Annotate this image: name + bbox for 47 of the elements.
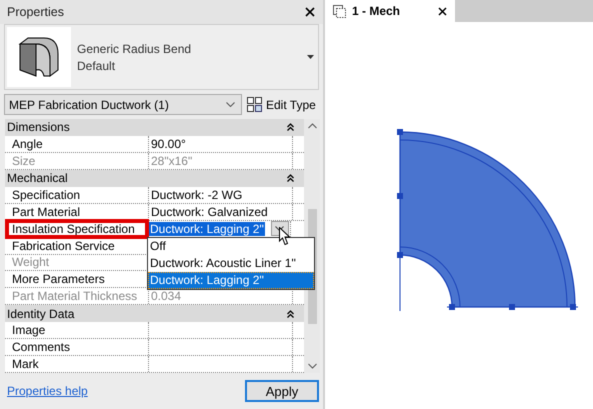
property-name: Comments [5, 339, 149, 356]
dropdown-option[interactable]: Off [148, 238, 314, 255]
apply-button[interactable]: Apply [245, 380, 319, 402]
property-name: Angle [5, 136, 149, 152]
property-name: Fabrication Service [5, 238, 149, 254]
property-value: 28"x16" [151, 154, 192, 168]
property-value: Ductwork: -2 WG [151, 188, 242, 202]
property-name: Part Material Thickness [5, 288, 149, 304]
edit-type-button[interactable]: Edit Type [247, 97, 316, 112]
selected-value[interactable]: Ductwork: Lagging 2'' [149, 222, 265, 236]
property-name: Insulation Specification [7, 220, 147, 237]
property-value: 90.00° [151, 136, 186, 151]
view-icon [333, 4, 346, 18]
property-name: Mark [5, 356, 149, 372]
property-value: Ductwork: Galvanized [151, 204, 268, 219]
properties-help-link[interactable]: Properties help [7, 384, 88, 398]
collapse-icon [287, 310, 294, 318]
filter-dropdown[interactable]: MEP Fabrication Ductwork (1) [4, 94, 242, 115]
property-name: Weight [5, 254, 149, 270]
bend-thumbnail-icon [7, 27, 71, 87]
dropdown-option[interactable]: Ductwork: Acoustic Liner 1'' [148, 254, 314, 272]
property-name: Specification [5, 186, 149, 203]
caret-icon [226, 102, 235, 107]
view-tab[interactable]: 1 - Mech [325, 0, 455, 22]
type-name: Default [77, 58, 116, 72]
type-selector[interactable]: Generic Radius Bend Default [4, 24, 319, 90]
panel-title: Properties [7, 5, 64, 19]
collapse-icon [287, 174, 294, 182]
duct-bend-drawing[interactable] [397, 128, 578, 312]
scroll-up-icon[interactable] [308, 123, 317, 129]
dropdown-caret-icon [307, 55, 314, 59]
property-name: Part Material [5, 204, 149, 220]
property-value: 0.034 [151, 289, 182, 304]
property-name: More Parameters [5, 271, 149, 288]
collapse-icon [287, 123, 294, 132]
dropdown-option[interactable]: Ductwork: Lagging 2'' [148, 272, 314, 289]
close-icon[interactable] [438, 6, 447, 16]
group-header[interactable]: Identity Data [5, 305, 304, 322]
scroll-down-icon[interactable] [308, 363, 317, 369]
close-icon[interactable] [305, 7, 315, 17]
property-name: Size [5, 152, 149, 169]
property-name: Image [5, 322, 149, 338]
group-header[interactable]: Dimensions [5, 119, 304, 136]
family-name: Generic Radius Bend [77, 42, 192, 56]
group-header[interactable]: Mechanical [5, 170, 304, 187]
edit-type-icon [247, 97, 262, 112]
caret-icon [275, 226, 284, 232]
